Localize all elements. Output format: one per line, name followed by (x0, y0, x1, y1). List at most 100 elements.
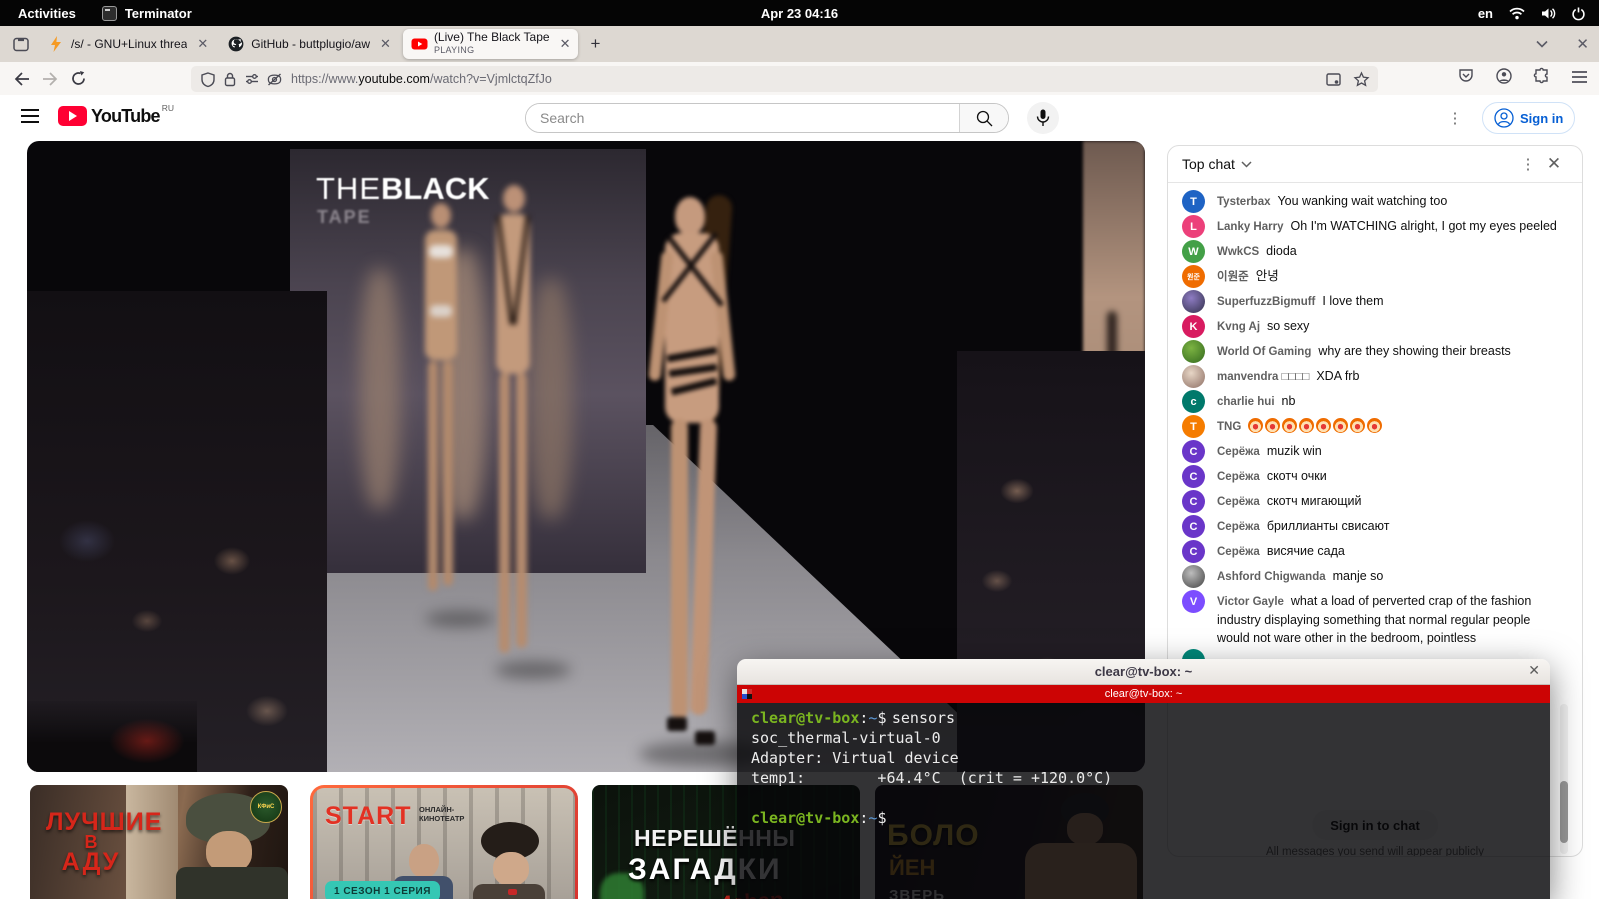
terminal-tab-bar: clear@tv-box: ~ (737, 685, 1550, 703)
extensions-icon[interactable] (1533, 67, 1550, 89)
guide-hamburger-icon[interactable] (21, 109, 39, 123)
search-bar (525, 103, 1009, 133)
terminal-output-line: temp1: +64.4°C (crit = +120.0°C) (751, 769, 1113, 787)
screenshot-icon[interactable] (1322, 68, 1344, 90)
terminal-output-line: soc_thermal-virtual-0 (751, 729, 941, 747)
video-thumbnail-1[interactable]: ЛУЧШИЕ В АДУ КФиС (30, 785, 288, 899)
tab-close-icon[interactable]: ✕ (380, 36, 391, 52)
account-icon[interactable] (1496, 68, 1512, 89)
clown-face-emoji (1282, 418, 1298, 433)
channel-badge: КФиС (250, 791, 282, 823)
volume-icon[interactable] (1541, 7, 1556, 20)
url-path: /watch?v=VjmlctqZfJo (429, 72, 552, 86)
terminal-body[interactable]: clear@tv-box:~$ sensors soc_thermal-virtu… (737, 703, 1550, 899)
avatar: C (1182, 490, 1205, 513)
sign-in-button[interactable]: Sign in (1482, 102, 1576, 134)
bookmark-star-icon[interactable] (1350, 68, 1372, 90)
avatar: K (1182, 315, 1205, 338)
chat-author-name: TNG (1217, 421, 1242, 433)
url-text[interactable]: https://www.youtube.com/watch?v=VjmlctqZ… (291, 72, 1322, 86)
gnome-top-bar: Activities Terminator Apr 23 04:16 en (0, 0, 1599, 26)
new-tab-button[interactable]: + (582, 31, 608, 57)
chat-message-text: muzik win (1266, 444, 1322, 458)
chevron-down-icon[interactable] (1241, 155, 1252, 173)
avatar: 원준 (1182, 265, 1205, 288)
avatar (1182, 565, 1205, 588)
clock[interactable]: Apr 23 04:16 (0, 6, 1599, 21)
list-all-tabs-icon[interactable] (1536, 35, 1548, 53)
search-button[interactable] (959, 104, 1008, 132)
chat-author-name: Серёжа (1217, 471, 1260, 483)
url-scheme: https://www. (291, 72, 359, 86)
power-icon[interactable] (1572, 7, 1585, 20)
chat-kebab-icon[interactable]: ⋮ (1516, 155, 1540, 173)
chat-message-text: dioda (1266, 244, 1297, 258)
chat-header: Top chat ⋮ ✕ (1168, 146, 1582, 183)
clown-face-emoji (1316, 418, 1332, 433)
terminal-titlebar[interactable]: clear@tv-box: ~ ✕ (737, 659, 1550, 685)
voice-search-button[interactable] (1027, 102, 1059, 134)
chat-author-name: Tysterbax (1217, 196, 1271, 208)
terminator-window[interactable]: clear@tv-box: ~ ✕ clear@tv-box: ~ clear@… (737, 659, 1550, 899)
forward-icon[interactable] (36, 66, 64, 92)
thumbnail-title: ЛУЧШИЕ В АДУ (46, 808, 163, 876)
chat-message: C Серёжа бриллианты свисают (1168, 514, 1582, 539)
chat-message-text: 안녕 (1255, 269, 1279, 283)
avatar: V (1182, 590, 1205, 613)
chat-mode-selector[interactable]: Top chat (1182, 156, 1235, 172)
tab-close-icon[interactable]: ✕ (560, 36, 571, 52)
github-icon (228, 36, 244, 52)
lock-icon[interactable] (219, 68, 241, 90)
chat-author-name: manvendra □□□□ (1217, 371, 1310, 383)
clown-face-emoji (1265, 418, 1281, 433)
avatar: T (1182, 190, 1205, 213)
season-badge: 1 СЕЗОН 1 СЕРИЯ (325, 881, 440, 899)
tab-close-icon[interactable]: ✕ (197, 36, 208, 52)
pocket-icon[interactable] (1458, 68, 1474, 89)
keyboard-layout-indicator[interactable]: en (1478, 6, 1493, 21)
autoplay-blocked-icon[interactable] (263, 68, 285, 90)
chat-message-text: скотч мигающий (1266, 494, 1362, 508)
terminal-close-icon[interactable]: ✕ (1528, 662, 1540, 679)
shield-icon[interactable] (197, 68, 219, 90)
tab-media-status: PLAYING (433, 45, 475, 55)
back-icon[interactable] (8, 66, 36, 92)
youtube-logo[interactable]: YouTube RU (58, 103, 174, 127)
chat-message: Ashford Chigwanda manje so (1168, 564, 1582, 589)
firefox-view-icon[interactable] (8, 31, 34, 57)
clown-face-emoji (1248, 418, 1264, 433)
menu-hamburger-icon[interactable] (1572, 70, 1587, 88)
desktop: Activities Terminator Apr 23 04:16 en /s… (0, 0, 1599, 899)
tab-github-buttplugio[interactable]: GitHub - buttplugio/aw ✕ (220, 30, 399, 58)
chat-message-text: Oh I'm WATCHING alright, I got my eyes p… (1290, 219, 1557, 233)
video-thumbnail-2[interactable]: START ОНЛАЙН- КИНОТЕАТР 1 СЕЗОН 1 СЕРИЯ (310, 785, 578, 899)
chat-message: T TNG (1168, 414, 1582, 439)
tab-gnu-linux-thread[interactable]: /s/ - GNU+Linux threa ✕ (40, 30, 216, 58)
url-bar[interactable]: https://www.youtube.com/watch?v=VjmlctqZ… (191, 66, 1378, 92)
chat-message: L Lanky Harry Oh I'm WATCHING alright, I g… (1168, 214, 1582, 239)
clown-face-emoji (1350, 418, 1366, 433)
photographers-silhouette (27, 701, 197, 772)
start-sublabel: ОНЛАЙН- КИНОТЕАТР (419, 805, 465, 823)
wifi-icon[interactable] (1509, 7, 1525, 20)
screen-brand-line2: TAPE (317, 207, 372, 227)
reload-icon[interactable] (64, 66, 92, 92)
header-kebab-icon[interactable]: ⋮ (1446, 107, 1464, 129)
chat-author-name: Victor Gayle (1217, 596, 1284, 608)
search-input[interactable] (526, 104, 959, 132)
chat-close-icon[interactable]: ✕ (1540, 154, 1568, 174)
chat-author-name: Серёжа (1217, 446, 1260, 458)
youtube-wordmark: YouTube (91, 106, 161, 126)
window-close-icon[interactable]: ✕ (1576, 35, 1589, 53)
chat-message: W WwkCS dioda (1168, 239, 1582, 264)
chat-message-text: nb (1281, 394, 1296, 408)
terminal-title: clear@tv-box: ~ (1094, 664, 1193, 679)
avatar: C (1182, 515, 1205, 538)
chat-scrollbar-thumb[interactable] (1560, 781, 1568, 843)
tab-youtube-live[interactable]: (Live) The Black Tape PLAYING ✕ (402, 29, 579, 59)
terminal-tab-icon (742, 689, 752, 699)
chat-message-text: why are they showing their breasts (1318, 344, 1511, 358)
clown-face-emoji (1333, 418, 1349, 433)
permissions-icon[interactable] (241, 68, 263, 90)
chat-scrollbar[interactable] (1560, 704, 1568, 854)
